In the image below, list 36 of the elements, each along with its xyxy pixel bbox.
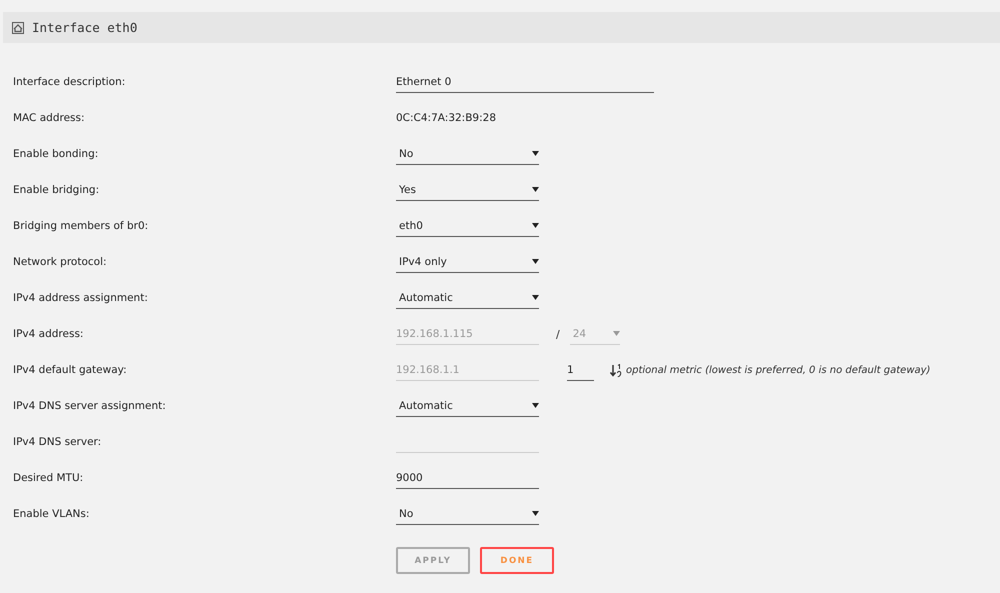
metric-hint: optional metric (lowest is preferred, 0 is no default gateway)	[626, 364, 930, 376]
field-value: 0C:C4:7A:32:B9:28	[396, 112, 496, 124]
caret-icon	[532, 511, 539, 516]
dropdown[interactable]: No	[396, 503, 539, 525]
caret-icon	[532, 259, 539, 264]
dropdown[interactable]: Yes	[396, 179, 539, 201]
field-label: IPv4 address assignment:	[12, 292, 149, 304]
sort-icon	[610, 364, 623, 376]
field-label: Desired MTU:	[12, 472, 84, 484]
interface-icon	[12, 22, 24, 34]
dropdown[interactable]: Automatic	[396, 395, 539, 417]
panel-title: Interface eth0	[32, 20, 138, 35]
field-label: IPv4 default gateway:	[12, 364, 128, 376]
field-label: Interface description:	[12, 76, 126, 88]
caret-icon	[532, 223, 539, 228]
field-label: Enable bridging:	[12, 184, 100, 196]
field-label: Enable bonding:	[12, 148, 100, 160]
field-label: IPv4 DNS server:	[12, 436, 102, 448]
dropdown[interactable]: No	[396, 143, 539, 165]
field-label: Enable VLANs:	[12, 508, 90, 520]
dropdown[interactable]: Automatic	[396, 287, 539, 309]
caret-icon	[532, 403, 539, 408]
caret-icon	[532, 187, 539, 192]
caret-icon	[532, 295, 539, 300]
input-field[interactable]: Ethernet 0	[396, 71, 654, 93]
field-label: Bridging members of br0:	[12, 220, 150, 232]
caret-icon	[612, 331, 620, 336]
caret-icon	[532, 151, 539, 156]
field-label: IPv4 DNS server assignment:	[12, 400, 167, 412]
slash-separator: /	[556, 328, 560, 340]
field-label: IPv4 address:	[12, 328, 84, 340]
field-label: Network protocol:	[12, 256, 108, 268]
input-field[interactable]: 9000	[396, 467, 539, 489]
dropdown[interactable]: IPv4 only	[396, 251, 539, 273]
field-label: MAC address:	[12, 112, 86, 124]
dropdown[interactable]: eth0	[396, 215, 539, 237]
